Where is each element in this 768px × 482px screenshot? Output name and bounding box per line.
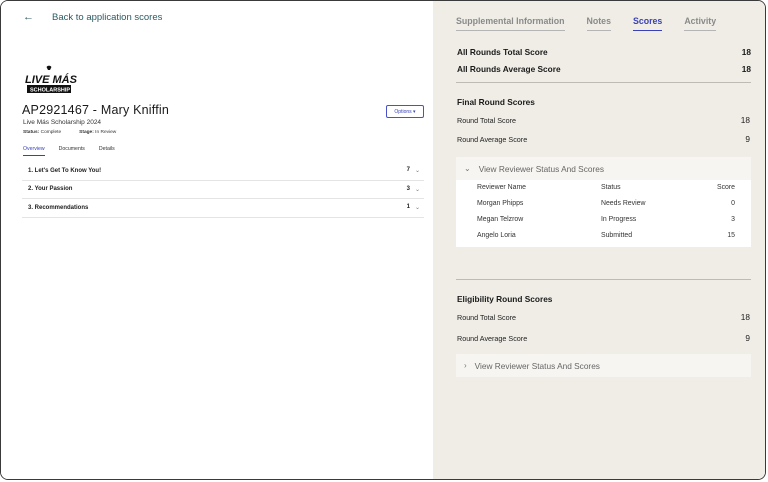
logo-text-line2: SCHOLARSHIP	[30, 88, 70, 94]
round-average-label: Round Average Score	[457, 333, 528, 343]
final-round-average: Round Average Score 9	[457, 134, 750, 144]
chevron-down-icon: ⌄	[414, 186, 420, 193]
back-link[interactable]: ← Back to application scores	[23, 11, 162, 23]
back-link-label: Back to application scores	[52, 11, 163, 23]
reviewer-score: 0	[731, 199, 735, 207]
reviewer-score: 15	[727, 231, 735, 239]
options-button[interactable]: Options ▾	[386, 105, 424, 118]
live-mas-logo: LIVE MÁS SCHOLARSHIP	[23, 65, 78, 95]
section-list: 1. Let's Get To Know You! 7 ⌄ 2. Your Pas…	[22, 162, 424, 218]
tab-notes[interactable]: Notes	[586, 16, 611, 31]
eligibility-round-total: Round Total Score 18	[457, 312, 750, 322]
application-title: AP2921467 - Mary Kniffin	[22, 103, 170, 117]
table-row: Megan Telzrow In Progress 3	[477, 211, 735, 227]
section-label: 2. Your Passion	[28, 186, 73, 193]
status-label: Status:	[23, 130, 40, 135]
chevron-down-icon: ⌄	[414, 168, 420, 175]
logo-text-line1: LIVE MÁS	[25, 73, 77, 86]
tab-activity[interactable]: Activity	[684, 16, 717, 31]
chevron-down-icon: ⌄	[464, 164, 471, 173]
table-row: Angelo Loria Submitted 15	[477, 227, 735, 243]
section-count: 1	[406, 204, 410, 211]
eligibility-reviewer-panel: › View Reviewer Status And Scores	[456, 354, 751, 377]
round-total-label: Round Total Score	[457, 115, 517, 125]
chevron-down-icon: ⌄	[414, 205, 420, 212]
tab-supplemental-information[interactable]: Supplemental Information	[456, 16, 565, 31]
column-header: Score	[716, 184, 735, 191]
round-total-value: 18	[740, 312, 750, 322]
reviewer-status: In Progress	[601, 215, 637, 223]
total-label: All Rounds Average Score	[457, 63, 561, 74]
reviewer-name: Morgan Phipps	[477, 199, 524, 207]
round-total-value: 18	[740, 115, 750, 125]
tab-details[interactable]: Details	[99, 146, 115, 156]
divider	[456, 279, 751, 280]
status-value: Complete	[40, 130, 62, 135]
application-tabs: Overview Documents Details	[23, 146, 115, 156]
final-round-title: Final Round Scores	[457, 97, 535, 107]
chevron-right-icon: ›	[464, 361, 467, 370]
section-label: 3. Recommendations	[28, 204, 89, 211]
section-item[interactable]: 2. Your Passion 3 ⌄	[22, 181, 424, 199]
final-round-total: Round Total Score 18	[457, 115, 750, 125]
program-name: Live Más Scholarship 2024	[23, 119, 102, 126]
total-row: All Rounds Total Score 18	[457, 43, 751, 60]
round-average-value: 9	[745, 134, 750, 144]
reviewer-status: Needs Review	[601, 199, 646, 207]
eligibility-round-average: Round Average Score 9	[457, 333, 750, 343]
reviewer-score: 3	[731, 215, 735, 223]
reviewer-toggle[interactable]: ⌄ View Reviewer Status And Scores	[456, 157, 751, 180]
round-average-value: 9	[745, 333, 750, 343]
all-rounds-totals: All Rounds Total Score 18 All Rounds Ave…	[457, 43, 751, 77]
tab-documents[interactable]: Documents	[59, 146, 85, 156]
total-value: 18	[741, 63, 751, 74]
section-item[interactable]: 1. Let's Get To Know You! 7 ⌄	[22, 162, 424, 181]
section-count: 7	[406, 167, 410, 174]
stage-label: Stage:	[79, 130, 94, 135]
reviewer-toggle-label: View Reviewer Status And Scores	[474, 360, 600, 371]
final-reviewer-panel: ⌄ View Reviewer Status And Scores Review…	[456, 157, 751, 247]
table-row: Morgan Phipps Needs Review 0	[477, 195, 735, 211]
app-window: ← Back to application scores LIVE MÁS SC…	[0, 0, 766, 480]
total-row: All Rounds Average Score 18	[457, 60, 751, 77]
round-average-label: Round Average Score	[457, 134, 528, 144]
status-line: Status: Complete Stage: In Review	[23, 130, 116, 135]
reviewer-name: Megan Telzrow	[477, 215, 524, 223]
round-total-label: Round Total Score	[457, 312, 517, 322]
reviewer-table-header: Reviewer Name Status Score	[477, 180, 735, 195]
reviewer-toggle-label: View Reviewer Status And Scores	[478, 163, 604, 174]
total-label: All Rounds Total Score	[457, 46, 548, 57]
section-count: 3	[406, 185, 410, 192]
tab-overview[interactable]: Overview	[23, 146, 45, 156]
section-item[interactable]: 3. Recommendations 1 ⌄	[22, 199, 424, 218]
scores-pane: Supplemental Information Notes Scores Ac…	[433, 1, 765, 479]
scores-tabs: Supplemental Information Notes Scores Ac…	[456, 16, 717, 31]
section-label: 1. Let's Get To Know You!	[28, 167, 102, 174]
column-header: Reviewer Name	[477, 184, 527, 191]
back-arrow-icon: ←	[23, 11, 34, 23]
reviewer-name: Angelo Loria	[477, 231, 516, 239]
application-pane: ← Back to application scores LIVE MÁS SC…	[1, 1, 433, 479]
reviewer-table: Reviewer Name Status Score Morgan Phipps…	[456, 180, 751, 247]
stage-value: In Review	[95, 130, 117, 135]
total-value: 18	[741, 46, 751, 57]
column-header: Status	[601, 184, 621, 191]
tab-scores[interactable]: Scores	[632, 16, 663, 31]
reviewer-toggle[interactable]: › View Reviewer Status And Scores	[456, 354, 751, 377]
reviewer-status: Submitted	[601, 231, 633, 239]
divider	[456, 82, 751, 83]
eligibility-round-title: Eligibility Round Scores	[457, 294, 553, 304]
